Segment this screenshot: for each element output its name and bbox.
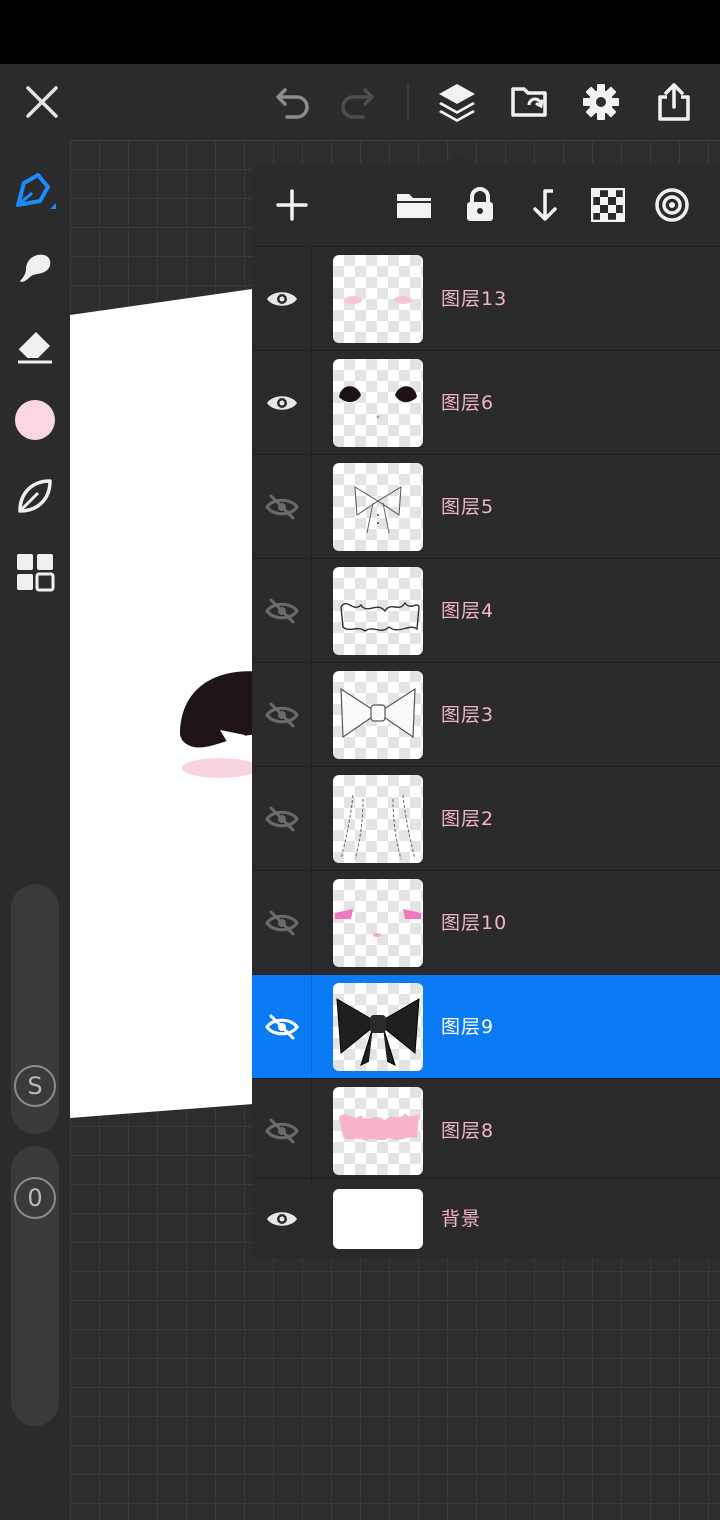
top-toolbar [0,64,720,140]
layer-thumbnail [333,671,423,759]
layer-row[interactable]: 图层13 [252,246,720,351]
gear-icon [583,84,619,120]
redo-button[interactable] [327,64,387,140]
layer-thumbnail [333,359,423,447]
layer-name: 图层3 [441,704,495,726]
layer-name: 图层10 [441,912,508,934]
visibility-toggle[interactable] [252,767,312,871]
eye-hidden-icon [264,598,299,624]
layer-name: 图层2 [441,808,495,830]
current-color-swatch [15,400,55,440]
pen-icon [16,173,56,209]
layer-name: 图层6 [441,392,495,414]
transparency-lock-button[interactable] [580,164,636,246]
clipping-mask-button[interactable] [644,164,700,246]
visibility-toggle[interactable] [252,663,312,767]
merge-down-icon [533,189,557,221]
share-icon [658,83,690,121]
lock-icon [467,187,493,221]
layer-name: 图层4 [441,600,495,622]
layer-name: 图层13 [441,288,508,310]
eraser-icon [17,332,52,364]
clipping-mask-icon [655,188,689,222]
gallery-import-button[interactable] [500,64,560,140]
eraser-tool-button[interactable] [0,315,70,375]
visibility-toggle[interactable] [252,1079,312,1183]
layer-thumbnail [333,567,423,655]
eye-hidden-icon [264,1118,299,1144]
plus-icon [276,189,308,221]
leaf-icon [18,479,52,513]
layers-panel-toolbar [252,164,720,246]
background-layer-name: 背景 [441,1208,482,1230]
undo-icon [276,88,309,119]
background-thumbnail [333,1189,423,1249]
smudge-icon [20,254,51,282]
toolbar-divider [407,84,409,120]
bottom-scroll-indicators [80,1514,640,1520]
status-bar [0,0,720,64]
smudge-tool-button[interactable] [0,238,70,298]
layer-thumbnail [333,775,423,863]
checkerboard-icon [591,188,625,222]
layers-icon [439,84,475,122]
layer-thumbnail [333,255,423,343]
color-swatch-button[interactable] [0,390,70,450]
undo-button[interactable] [263,64,323,140]
redo-icon [341,88,374,119]
lock-layer-button[interactable] [452,164,508,246]
layer-row[interactable]: 图层2 [252,766,720,871]
add-layer-button[interactable] [264,164,320,246]
visibility-toggle[interactable] [252,1179,312,1259]
visibility-toggle[interactable] [252,871,312,975]
close-icon [26,86,58,118]
layer-row[interactable]: 图层3 [252,662,720,767]
layers-button[interactable] [427,64,487,140]
gallery-import-icon [511,87,547,117]
layer-thumbnail [333,463,423,551]
eye-hidden-icon [264,494,299,520]
visibility-toggle[interactable] [252,247,312,351]
layer-row[interactable]: 图层6 [252,350,720,455]
eye-hidden-icon [264,702,299,728]
layer-thumbnail [333,879,423,967]
visibility-toggle[interactable] [252,559,312,663]
layer-name: 图层9 [441,1016,495,1038]
shape-tool-button[interactable] [0,466,70,526]
layer-name: 图层5 [441,496,495,518]
layer-row[interactable]: 图层8 [252,1078,720,1183]
merge-down-button[interactable] [516,164,572,246]
background-layer-row[interactable]: 背景 [252,1178,720,1258]
share-button[interactable] [644,64,704,140]
eye-hidden-icon [264,806,299,832]
eye-icon [267,1212,297,1226]
visibility-toggle[interactable] [252,975,312,1079]
visibility-toggle[interactable] [252,455,312,559]
new-folder-button[interactable] [386,164,442,246]
layer-name: 图层8 [441,1120,495,1142]
eye-hidden-icon [264,1014,299,1040]
layer-row[interactable]: 图层10 [252,870,720,975]
grid-menu-button[interactable] [0,542,70,602]
brush-size-label: S [14,1065,56,1107]
layer-row-selected[interactable]: 图层9 [252,974,720,1079]
brush-opacity-label: 0 [14,1177,56,1219]
left-toolbar: S 0 [0,140,70,1520]
layer-row[interactable]: 图层4 [252,558,720,663]
folder-icon [397,194,431,218]
settings-button[interactable] [571,64,631,140]
layers-panel: 图层13 图层6 图层5 图层4 图层3 图层2 图层10 图层9 图层8 背景 [252,164,720,1258]
layer-thumbnail [333,1087,423,1175]
eye-icon [266,292,297,306]
eye-hidden-icon [264,910,299,936]
layer-row[interactable]: 图层5 [252,454,720,559]
layer-thumbnail [333,983,423,1071]
grid-icon [17,554,55,592]
visibility-toggle[interactable] [252,351,312,455]
eye-icon [266,396,297,410]
close-button[interactable] [12,64,72,140]
pen-tool-button[interactable] [0,162,70,222]
layers-panel-caret [446,152,470,164]
